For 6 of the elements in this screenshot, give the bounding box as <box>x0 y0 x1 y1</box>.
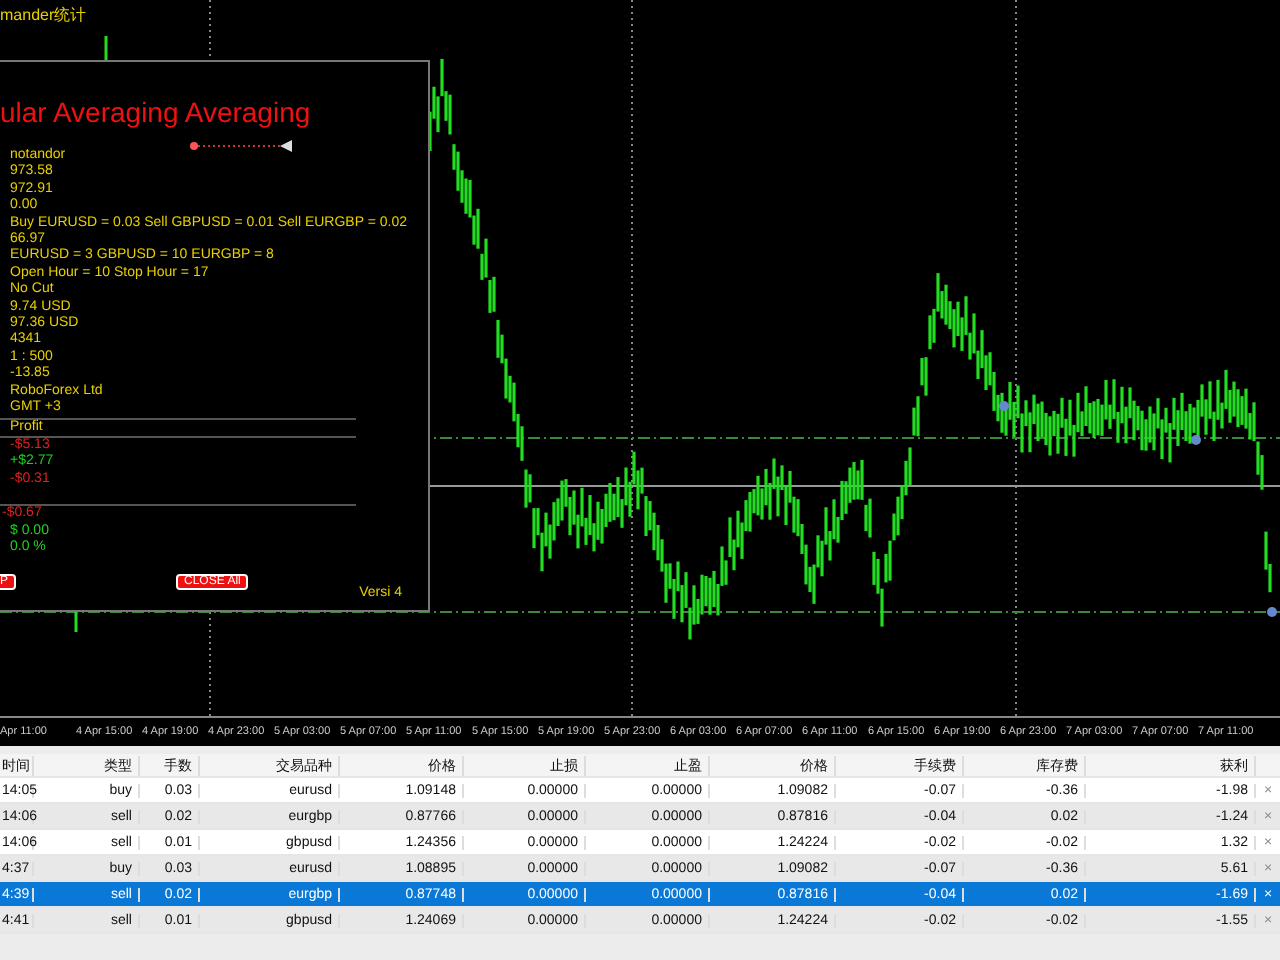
order-marker-icon <box>1191 435 1201 445</box>
order-marker-icon <box>1267 607 1277 617</box>
trade-line-icon <box>188 140 292 152</box>
panel-title: ular Averaging Averaging <box>0 96 311 128</box>
order-marker-icon <box>999 401 1009 411</box>
window-title: mander统计 <box>0 4 87 26</box>
